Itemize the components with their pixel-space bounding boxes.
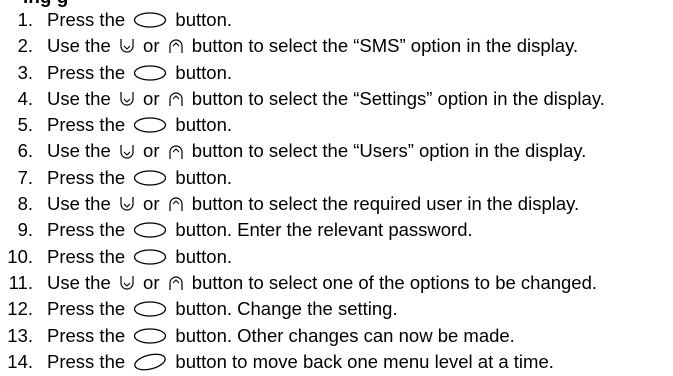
step-text-fragment: Press the (47, 166, 131, 188)
step-text-fragment: button. Change the setting. (170, 298, 398, 320)
step-text: Press the button. Change the setting. (47, 296, 398, 322)
step-text: Use the or button to select the “Users” … (47, 138, 586, 164)
step-number: 5. (17, 114, 33, 136)
up-arrow-button-icon (168, 274, 184, 292)
step-text-fragment: button. (170, 61, 233, 83)
step-number: 10. (7, 245, 33, 267)
step-number: 6. (17, 140, 33, 162)
oval-ok-button-icon (133, 64, 167, 82)
step-text: Use the or button to select the required… (47, 191, 579, 217)
step-item: 14. Press the button to move back one men… (0, 349, 673, 375)
step-text-fragment: button. (170, 166, 233, 188)
step-text-fragment: Press the (47, 61, 131, 83)
step-text-fragment: Press the (47, 9, 131, 30)
step-text: Press the button to move back one menu l… (47, 349, 554, 375)
step-text-fragment: Use the (47, 193, 116, 215)
step-item: 11. Use the or button to select one of th… (0, 270, 673, 296)
step-number: 9. (17, 219, 33, 241)
step-text-fragment: Press the (47, 298, 131, 320)
step-text-fragment: Use the (47, 87, 116, 109)
step-item: 5. Press the button. (0, 112, 673, 138)
oval-ok-button-icon (133, 221, 167, 239)
step-text-fragment: Press the (47, 219, 131, 241)
step-text-fragment: button. (170, 9, 233, 30)
step-text-fragment: Press the (47, 245, 131, 267)
step-number: 4. (17, 87, 33, 109)
oval-ok-button-icon (133, 300, 167, 318)
step-item: 13. Press the button. Other changes can n… (0, 323, 673, 349)
step-item: 10. Press the button. (0, 244, 673, 270)
step-text-fragment: or (137, 193, 165, 215)
step-text-fragment: or (137, 271, 165, 293)
step-item: 2. Use the or button to select the “SMS” … (0, 33, 673, 59)
step-number: 2. (17, 35, 33, 57)
oval-ok-button-icon (133, 116, 167, 134)
step-number: 7. (17, 166, 33, 188)
step-item: 6. Use the or button to select the “Users… (0, 138, 673, 164)
down-arrow-button-icon (119, 90, 135, 108)
step-item: 1. Press the button. (0, 7, 673, 33)
step-text: Press the button. (47, 7, 232, 33)
step-number: 3. (17, 61, 33, 83)
up-arrow-button-icon (168, 90, 184, 108)
step-text-fragment: or (137, 35, 165, 57)
step-number: 14. (7, 350, 33, 372)
step-text-fragment: button to select the “Users” option in t… (186, 140, 587, 162)
step-number: 11. (8, 271, 33, 293)
oval-ok-button-icon (133, 11, 167, 29)
step-text-fragment: button to select the “SMS” option in the… (186, 35, 579, 57)
oval-ok-button-icon (133, 248, 167, 266)
step-text-fragment: button to select the “Settings” option i… (186, 87, 605, 109)
step-text: Use the or button to select the “SMS” op… (47, 33, 578, 59)
step-text-fragment: button to move back one menu level at a … (170, 350, 554, 372)
step-text: Press the button. Enter the relevant pas… (47, 217, 473, 243)
step-text: Press the button. (47, 165, 232, 191)
step-text-fragment: button. (170, 245, 233, 267)
step-text: Press the button. (47, 112, 232, 138)
step-text-fragment: Press the (47, 324, 131, 346)
step-text-fragment: Use the (47, 35, 116, 57)
up-arrow-button-icon (168, 37, 184, 55)
step-number: 1. (17, 9, 33, 30)
step-item: 12. Press the button. Change the setting. (0, 296, 673, 322)
down-arrow-button-icon (119, 274, 135, 292)
step-text-fragment: button. Enter the relevant password. (170, 219, 473, 241)
step-text-fragment: Press the (47, 114, 131, 136)
step-text: Press the button. (47, 244, 232, 270)
step-text-fragment: Press the (47, 350, 131, 372)
step-text-fragment: or (137, 87, 165, 109)
step-text-fragment: Use the (47, 271, 116, 293)
oval-ok-button-icon (133, 327, 167, 345)
down-arrow-button-icon (119, 143, 135, 161)
step-text-fragment: Use the (47, 140, 116, 162)
step-item: 9. Press the button. Enter the relevant p… (0, 217, 673, 243)
step-item: 3. Press the button. (0, 60, 673, 86)
step-number: 13. (7, 324, 33, 346)
step-text-fragment: button to select one of the options to b… (186, 271, 598, 293)
step-text: Use the or button to select one of the o… (47, 270, 597, 296)
oval-back-button-icon (133, 353, 167, 371)
up-arrow-button-icon (168, 195, 184, 213)
up-arrow-button-icon (168, 143, 184, 161)
step-item: 8. Use the or button to select the requir… (0, 191, 673, 217)
step-text: Press the button. Other changes can now … (47, 323, 515, 349)
step-item: 4. Use the or button to select the “Setti… (0, 86, 673, 112)
step-text-fragment: button to select the required user in th… (186, 193, 580, 215)
step-item: 7. Press the button. (0, 165, 673, 191)
step-number: 8. (17, 193, 33, 215)
down-arrow-button-icon (119, 195, 135, 213)
step-text-fragment: button. (170, 114, 233, 136)
down-arrow-button-icon (119, 37, 135, 55)
step-text: Use the or button to select the “Setting… (47, 86, 605, 112)
step-text: Press the button. (47, 60, 232, 86)
oval-ok-button-icon (133, 169, 167, 187)
step-text-fragment: or (137, 140, 165, 162)
step-text-fragment: button. Other changes can now be made. (170, 324, 515, 346)
instruction-steps-list: 1. Press the button. 2. Use the or button t… (0, 7, 673, 375)
step-number: 12. (7, 298, 33, 320)
